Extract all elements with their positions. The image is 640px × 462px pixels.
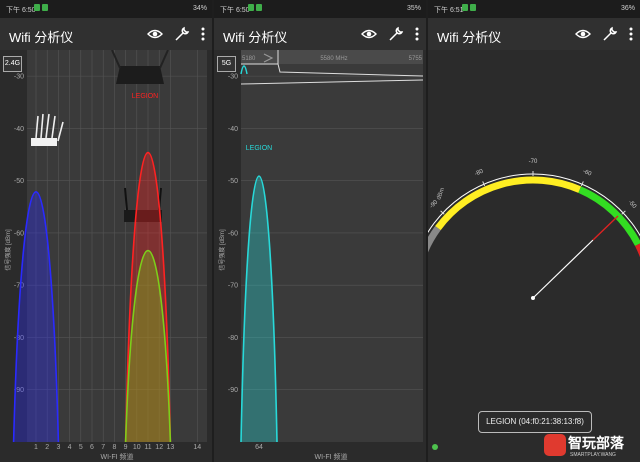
freq-end: 5755: [409, 56, 423, 62]
status-time: 下午 6:50: [6, 7, 36, 14]
x-tick-label: 12: [155, 444, 163, 451]
status-bar: 下午 6:50 34%: [0, 0, 212, 18]
x-tick-label: 2: [45, 444, 49, 451]
panel-2g: 下午 6:50 34% Wifi 分析仪 2.4G -30 -40 -50 -60 -7…: [0, 0, 212, 462]
freq-start: 5180: [242, 56, 256, 62]
gauge-needle-tip: [592, 215, 619, 241]
wrench-icon[interactable]: [174, 26, 190, 42]
y-tick-label: -60: [14, 230, 24, 237]
y-tick-label: -50: [228, 178, 238, 185]
watermark-text: 智玩部落: [568, 435, 624, 451]
more-menu-icon[interactable]: [414, 26, 420, 42]
watermark: 智玩部落 SMARTPLAY.WANG: [544, 432, 638, 462]
y-tick-label: -60: [228, 230, 238, 237]
notification-icons: [34, 4, 50, 13]
app-title: Wifi 分析仪: [437, 30, 502, 45]
x-tick-label: 13: [167, 444, 175, 451]
app-bar: Wifi 分析仪: [214, 18, 426, 50]
eye-icon[interactable]: [361, 26, 378, 42]
gauge-pivot: [531, 296, 535, 300]
notification-icons: [248, 4, 264, 13]
app-title: Wifi 分析仪: [9, 30, 74, 45]
more-menu-icon[interactable]: [628, 26, 634, 42]
channel-graph-5g: -30 -40 -50 -60 -70 -80 -90 5180 5580 MHz 5755…: [218, 50, 424, 461]
y-axis-label: 信号强度 [dBm]: [218, 229, 226, 271]
x-tick-label: 8: [112, 444, 116, 451]
notification-icons: [462, 4, 478, 13]
x-tick-label: 9: [124, 444, 128, 451]
gauge-needle: [532, 239, 594, 299]
status-bar: 下午 6:51 36%: [428, 0, 640, 18]
y-tick-label: -90: [228, 387, 238, 394]
x-tick-label: 4: [68, 444, 72, 451]
gauge-tick-label: -70: [529, 159, 538, 165]
watermark-logo-icon: [544, 434, 566, 456]
x-tick-label: 11: [144, 444, 151, 451]
panel-5g: 下午 6:50 35% Wifi 分析仪 5G -30 -40 -50 -60 -70-…: [214, 0, 426, 462]
network-label-legion: LEGION: [132, 93, 158, 100]
eye-icon[interactable]: [147, 26, 164, 42]
more-menu-icon[interactable]: [200, 26, 206, 42]
battery-level: 35%: [406, 5, 421, 12]
status-time: 下午 6:51: [434, 7, 464, 14]
y-tick-label: -70: [228, 283, 238, 290]
panel-signal-meter: 下午 6:51 36% Wifi 分析仪 -100-90-80-70-60-50…: [428, 0, 640, 462]
network-label-legion: LEGION: [246, 145, 272, 152]
wrench-icon[interactable]: [388, 26, 404, 42]
app-bar: Wifi 分析仪: [428, 18, 640, 50]
x-tick-label: 3: [56, 444, 60, 451]
y-axis-label: 信号强度 [dBm]: [4, 229, 12, 271]
freq-mid: 5580 MHz: [320, 56, 347, 62]
y-tick-label: -30: [14, 74, 24, 81]
gauge-tick-label: -80: [474, 168, 485, 177]
x-tick-label: 5: [79, 444, 83, 451]
gauge-arc-segment: [428, 226, 441, 253]
gauge-outer-ring: [428, 173, 640, 237]
x-tick-label: 1: [34, 444, 38, 451]
x-axis-label: WI-FI 频道: [314, 452, 347, 461]
gauge-tick-label: -60: [582, 169, 593, 178]
battery-level: 34%: [192, 5, 207, 12]
gauge-arc-segment: [578, 186, 640, 247]
gauge-unit: dBm: [436, 187, 446, 201]
x-tick-label: 10: [133, 444, 141, 451]
ssid-chip[interactable]: LEGION (04:f0:21:38:13:f8): [478, 411, 592, 433]
app-title: Wifi 分析仪: [223, 30, 288, 45]
battery-level: 36%: [620, 5, 635, 12]
status-bar: 下午 6:50 35%: [214, 0, 426, 18]
status-time: 下午 6:50: [220, 7, 250, 14]
y-tick-label: -50: [14, 178, 24, 185]
gauge-tick-label: -50: [627, 199, 638, 210]
wrench-icon[interactable]: [602, 26, 618, 42]
connection-status-dot: [432, 444, 438, 450]
x-tick-label: 64: [255, 444, 263, 451]
y-tick-label: -80: [228, 335, 238, 342]
x-tick-label: 7: [101, 444, 105, 451]
x-tick-label: 14: [193, 444, 201, 451]
gauge-arc-segment: [435, 176, 582, 231]
signal-gauge: -100-90-80-70-60-50-40 dBm: [428, 159, 640, 300]
x-tick-label: 6: [90, 444, 94, 451]
channel-graph-2g: -30-40-50-60-70-80-90 1 2 3 4 5 6 7 8 9 10 11 12 13 1…: [4, 50, 207, 461]
app-bar: Wifi 分析仪: [0, 18, 212, 50]
y-tick-label: -40: [14, 126, 24, 133]
gauge-tick-label: -90: [429, 199, 440, 210]
watermark-subtext: SMARTPLAY.WANG: [570, 452, 616, 458]
x-axis-label: WI-FI 频道: [100, 452, 133, 461]
eye-icon[interactable]: [575, 26, 592, 42]
y-tick-label: -40: [228, 126, 238, 133]
y-tick-label: -30: [228, 74, 238, 81]
